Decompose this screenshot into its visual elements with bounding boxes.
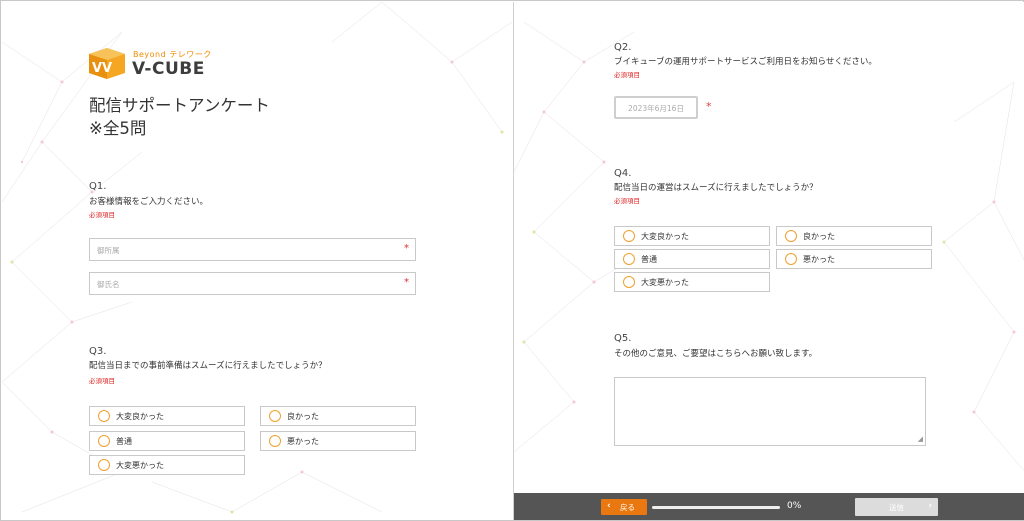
q4-number: Q4.: [614, 168, 632, 179]
back-button-label: 戻る: [620, 503, 635, 512]
affiliation-placeholder: 御所属: [97, 246, 120, 255]
svg-text:VV: VV: [92, 61, 112, 76]
q1-required-label: 必須項目: [89, 211, 115, 219]
required-star-icon: *: [404, 277, 409, 288]
q3-option-very-bad[interactable]: 大変悪かった: [89, 455, 245, 475]
q4-option-very-bad[interactable]: 大変悪かった: [614, 272, 770, 292]
name-placeholder: 御氏名: [97, 280, 120, 289]
survey-page-right: Q2. ブイキューブの運用サポートサービスご利用日をお知らせください。 必須項目…: [513, 2, 1024, 520]
q3-option-label: 大変良かった: [116, 412, 164, 421]
q3-option-label: 大変悪かった: [116, 461, 164, 470]
q2-required-label: 必須項目: [614, 71, 640, 79]
page-title: 配信サポートアンケート ※全5問: [89, 94, 270, 140]
chevron-left-icon: ‹: [607, 501, 611, 511]
q4-option-average[interactable]: 普通: [614, 249, 770, 269]
radio-icon[interactable]: [269, 410, 281, 422]
q3-option-bad[interactable]: 悪かった: [260, 431, 416, 451]
required-star-icon: *: [404, 243, 409, 254]
required-star-icon: *: [706, 100, 712, 113]
q5-text: その他のご意見、ご要望はこちらへお願い致します。: [614, 349, 818, 359]
radio-icon[interactable]: [98, 459, 110, 471]
radio-icon[interactable]: [785, 253, 797, 265]
q3-option-good[interactable]: 良かった: [260, 406, 416, 426]
radio-icon[interactable]: [269, 435, 281, 447]
comments-textarea[interactable]: ◢: [614, 377, 926, 446]
usage-date-field[interactable]: 2023年6月16日: [614, 96, 698, 119]
chevron-right-icon: ›: [928, 501, 932, 511]
q3-option-average[interactable]: 普通: [89, 431, 245, 451]
survey-title: 配信サポートアンケート: [89, 96, 270, 115]
back-button[interactable]: ‹ 戻る: [601, 499, 647, 515]
name-field[interactable]: 御氏名 *: [89, 272, 416, 295]
q3-text: 配信当日までの事前準備はスムーズに行えましたでしょうか？: [89, 361, 327, 371]
survey-footer: ‹ 戻る 0% 送信 ›: [514, 493, 1024, 520]
radio-icon[interactable]: [98, 435, 110, 447]
progress-percent: 0%: [787, 501, 802, 511]
vcube-logo-icon: VV: [89, 48, 125, 79]
q1-text: お客様情報をご入力ください。: [89, 197, 209, 207]
network-background-left: [2, 2, 512, 514]
resize-grip-icon[interactable]: ◢: [918, 435, 923, 443]
q4-option-label: 大変良かった: [641, 232, 689, 241]
q4-option-label: 良かった: [803, 232, 835, 241]
radio-icon[interactable]: [623, 253, 635, 265]
q3-option-very-good[interactable]: 大変良かった: [89, 406, 245, 426]
vcube-logo: VV Beyond テレワーク V-CUBE: [89, 48, 219, 80]
date-placeholder: 2023年6月16日: [628, 104, 684, 113]
q4-option-label: 悪かった: [803, 255, 835, 264]
radio-icon[interactable]: [98, 410, 110, 422]
q1-number: Q1.: [89, 181, 107, 192]
q3-required-label: 必須項目: [89, 377, 115, 385]
q4-option-bad[interactable]: 悪かった: [776, 249, 932, 269]
q4-option-label: 大変悪かった: [641, 278, 689, 287]
q3-number: Q3.: [89, 346, 107, 357]
radio-icon[interactable]: [623, 276, 635, 288]
q2-number: Q2.: [614, 42, 632, 53]
q4-option-good[interactable]: 良かった: [776, 226, 932, 246]
send-button-label: 送信: [889, 503, 904, 512]
affiliation-field[interactable]: 御所属 *: [89, 238, 416, 261]
progress-bar: [652, 506, 780, 509]
send-button[interactable]: 送信 ›: [855, 498, 938, 516]
q4-required-label: 必須項目: [614, 197, 640, 205]
q2-text: ブイキューブの運用サポートサービスご利用日をお知らせください。: [614, 57, 877, 67]
survey-viewer: VV Beyond テレワーク V-CUBE 配信サポートアンケート ※全5問 …: [0, 0, 1024, 521]
survey-page-left: VV Beyond テレワーク V-CUBE 配信サポートアンケート ※全5問 …: [2, 2, 512, 520]
q4-option-label: 普通: [641, 255, 657, 264]
q4-option-very-good[interactable]: 大変良かった: [614, 226, 770, 246]
q5-number: Q5.: [614, 333, 632, 344]
q3-option-label: 普通: [116, 437, 132, 446]
radio-icon[interactable]: [623, 230, 635, 242]
survey-question-count: ※全5問: [89, 119, 147, 138]
q4-text: 配信当日の運営はスムーズに行えましたでしょうか？: [614, 183, 818, 193]
q3-option-label: 悪かった: [287, 437, 319, 446]
radio-icon[interactable]: [785, 230, 797, 242]
logo-wordmark: V-CUBE: [132, 59, 205, 79]
q3-option-label: 良かった: [287, 412, 319, 421]
